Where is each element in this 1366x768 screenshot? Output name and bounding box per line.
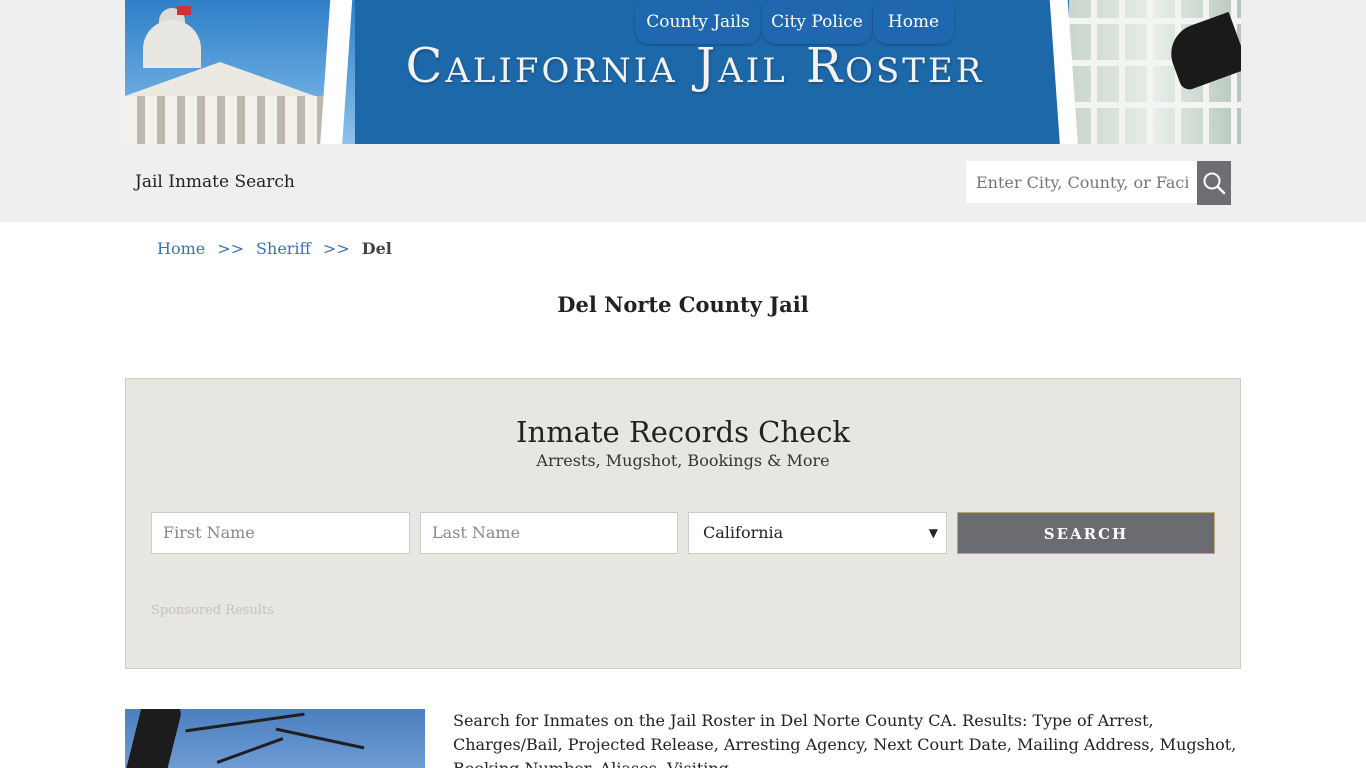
site-search-button[interactable] [1197,161,1231,205]
search-icon [1203,172,1226,195]
state-select-value: California [703,523,784,542]
county-description: Search for Inmates on the Jail Roster in… [453,711,1237,768]
breadcrumb-separator: >> [322,239,350,258]
first-name-field[interactable]: First Name [151,512,410,554]
nav-city-police[interactable]: City Police [762,0,872,44]
jail-cell-photo [1069,0,1241,144]
page-title: Del Norte County Jail [557,292,809,317]
breadcrumb-separator: >> [217,239,245,258]
county-photo [125,709,425,768]
chevron-down-icon: ▼ [928,526,938,540]
breadcrumb: Home >> Sheriff >> Del [157,239,392,258]
banner-title: California Jail Roster [405,38,985,94]
records-search-button[interactable]: SEARCH [957,512,1215,554]
breadcrumb-home[interactable]: Home [157,239,205,258]
inmate-records-panel: Inmate Records Check Arrests, Mugshot, B… [125,378,1241,669]
capitol-photo [125,0,355,144]
records-title: Inmate Records Check [515,415,851,449]
nav-home[interactable]: Home [873,0,954,44]
last-name-field[interactable]: Last Name [420,512,678,554]
breadcrumb-sheriff[interactable]: Sheriff [256,239,311,258]
sponsored-results-label: Sponsored Results [151,603,274,618]
state-select[interactable]: California ▼ [688,512,947,554]
records-subtitle: Arrests, Mugshot, Bookings & More [536,451,830,470]
site-name[interactable]: Jail Inmate Search [135,172,295,192]
site-search-input[interactable] [966,161,1198,203]
nav-county-jails[interactable]: County Jails [635,0,761,44]
breadcrumb-current: Del [361,239,392,258]
